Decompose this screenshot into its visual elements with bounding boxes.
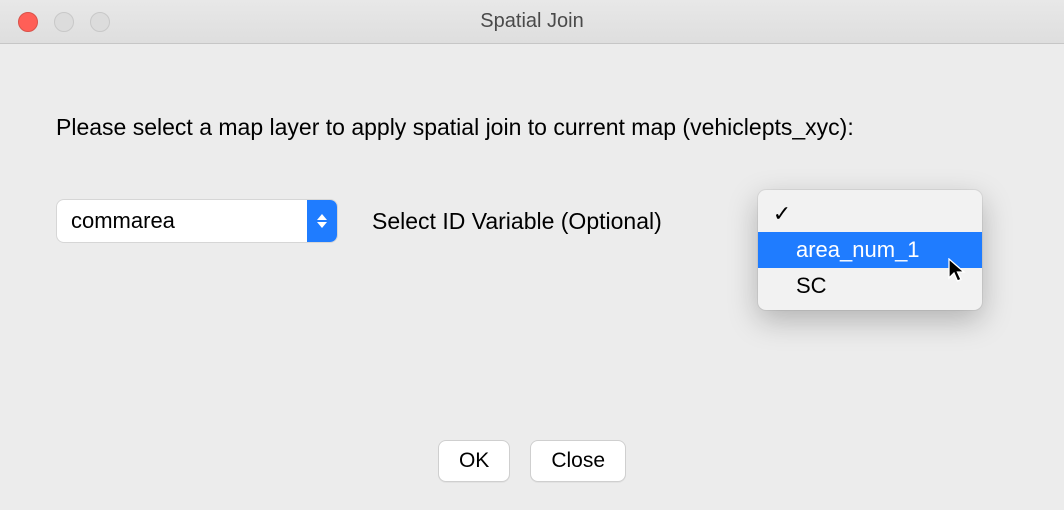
- zoom-window-icon[interactable]: [90, 12, 110, 32]
- id-variable-popup: ✓ area_num_1 SC: [758, 190, 982, 310]
- updown-icon: [307, 200, 337, 242]
- id-variable-label: Select ID Variable (Optional): [372, 208, 662, 235]
- popup-item-sc[interactable]: SC: [758, 268, 982, 304]
- titlebar: Spatial Join: [0, 0, 1064, 44]
- layer-combobox[interactable]: commarea: [56, 199, 338, 243]
- ok-button[interactable]: OK: [438, 440, 510, 482]
- dialog-buttons: OK Close: [0, 440, 1064, 482]
- instruction-text: Please select a map layer to apply spati…: [56, 114, 1008, 141]
- popup-item-label: area_num_1: [796, 237, 972, 263]
- close-button[interactable]: Close: [530, 440, 626, 482]
- popup-item-label: SC: [796, 273, 972, 299]
- traffic-lights: [18, 12, 110, 32]
- minimize-window-icon[interactable]: [54, 12, 74, 32]
- layer-combobox-value: commarea: [57, 200, 307, 242]
- check-icon: ✓: [768, 201, 796, 227]
- window-title: Spatial Join: [0, 10, 1064, 33]
- close-window-icon[interactable]: [18, 12, 38, 32]
- popup-item-blank[interactable]: ✓: [758, 196, 982, 232]
- popup-item-area-num-1[interactable]: area_num_1: [758, 232, 982, 268]
